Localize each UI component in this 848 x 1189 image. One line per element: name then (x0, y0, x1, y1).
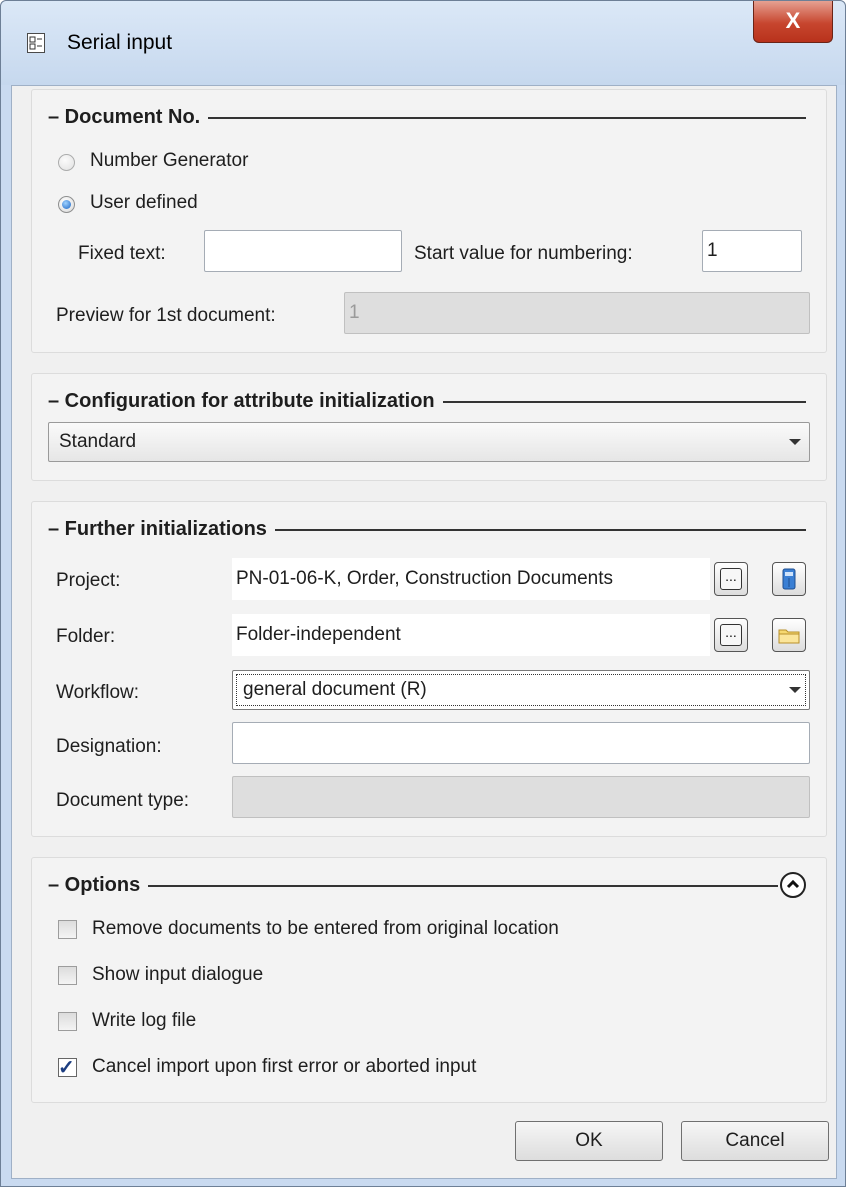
cancel-button[interactable]: Cancel (681, 1121, 829, 1161)
show-input-dialogue-checkbox[interactable] (58, 966, 77, 985)
document-no-header: – Document No. (48, 104, 806, 130)
configuration-group: – Configuration for attribute initializa… (31, 373, 827, 481)
configuration-dropdown[interactable]: Standard (48, 422, 810, 462)
folder-value: Folder-independent (232, 614, 710, 656)
user-defined-label[interactable]: User defined (90, 192, 198, 214)
workflow-dropdown[interactable]: general document (R) (232, 670, 810, 710)
configuration-title: – Configuration for attribute initializa… (48, 389, 435, 412)
further-header: – Further initializations (48, 516, 806, 542)
document-no-title: – Document No. (48, 105, 201, 128)
document-type-input (232, 776, 810, 818)
number-generator-label[interactable]: Number Generator (90, 150, 248, 172)
header-rule (442, 401, 806, 403)
workflow-label: Workflow: (56, 682, 140, 703)
options-header: – Options (48, 872, 806, 898)
title-bar[interactable]: Serial input X (1, 1, 845, 85)
close-button[interactable]: X (753, 1, 833, 43)
header-rule (274, 529, 806, 531)
start-value-label: Start value for numbering: (414, 243, 633, 264)
preview-input: 1 (344, 292, 810, 334)
window-title: Serial input (67, 31, 173, 54)
header-rule (208, 117, 806, 119)
fixed-text-label: Fixed text: (78, 243, 166, 264)
preview-label: Preview for 1st document: (56, 305, 276, 326)
cancel-import-checkbox[interactable]: ✓ (58, 1057, 77, 1079)
remove-documents-label[interactable]: Remove documents to be entered from orig… (92, 918, 559, 940)
options-title: – Options (48, 873, 141, 896)
show-input-dialogue-label[interactable]: Show input dialogue (92, 964, 263, 986)
focus-rect (236, 674, 806, 706)
chevron-down-icon (789, 439, 801, 445)
ok-button[interactable]: OK (515, 1121, 663, 1161)
header-rule (148, 885, 778, 887)
folder-icon (778, 629, 800, 644)
configuration-selected: Standard (59, 431, 137, 452)
checkmark-icon: ✓ (58, 1057, 75, 1079)
write-log-file-checkbox[interactable] (58, 1012, 77, 1031)
folder-browse-button[interactable]: ... (714, 618, 748, 652)
further-initializations-group: – Further initializations Project: PN-01… (31, 501, 827, 837)
configuration-header: – Configuration for attribute initializa… (48, 388, 806, 414)
project-value: PN-01-06-K, Order, Construction Document… (232, 558, 710, 600)
options-group: – Options Remove documents to be entered… (31, 857, 827, 1103)
start-value-input[interactable]: 1 (702, 230, 802, 272)
project-label: Project: (56, 570, 121, 591)
fixed-text-input[interactable] (204, 230, 402, 272)
write-log-file-label[interactable]: Write log file (92, 1010, 196, 1032)
remove-documents-checkbox[interactable] (58, 920, 77, 939)
ellipsis-icon: ... (720, 568, 742, 590)
folder-label: Folder: (56, 626, 116, 647)
number-generator-radio[interactable] (58, 154, 75, 171)
project-browse-button[interactable]: ... (714, 562, 748, 596)
designation-label: Designation: (56, 736, 162, 757)
binder-icon (782, 568, 796, 590)
document-no-group: – Document No. Number Generator User def… (31, 89, 827, 353)
project-binder-button[interactable] (772, 562, 806, 596)
document-list-icon (27, 33, 45, 53)
serial-input-dialog: Serial input X – Document No. Number Gen… (0, 0, 846, 1187)
further-title: – Further initializations (48, 517, 267, 540)
designation-input[interactable] (232, 722, 810, 764)
chevron-down-icon (789, 687, 801, 693)
chevron-up-circle-icon (786, 879, 800, 889)
options-collapse-button[interactable] (780, 872, 806, 898)
document-type-label: Document type: (56, 790, 190, 811)
user-defined-radio[interactable] (58, 196, 75, 213)
ellipsis-icon: ... (720, 624, 742, 646)
folder-open-button[interactable] (772, 618, 806, 652)
cancel-import-label[interactable]: Cancel import upon first error or aborte… (92, 1056, 476, 1078)
